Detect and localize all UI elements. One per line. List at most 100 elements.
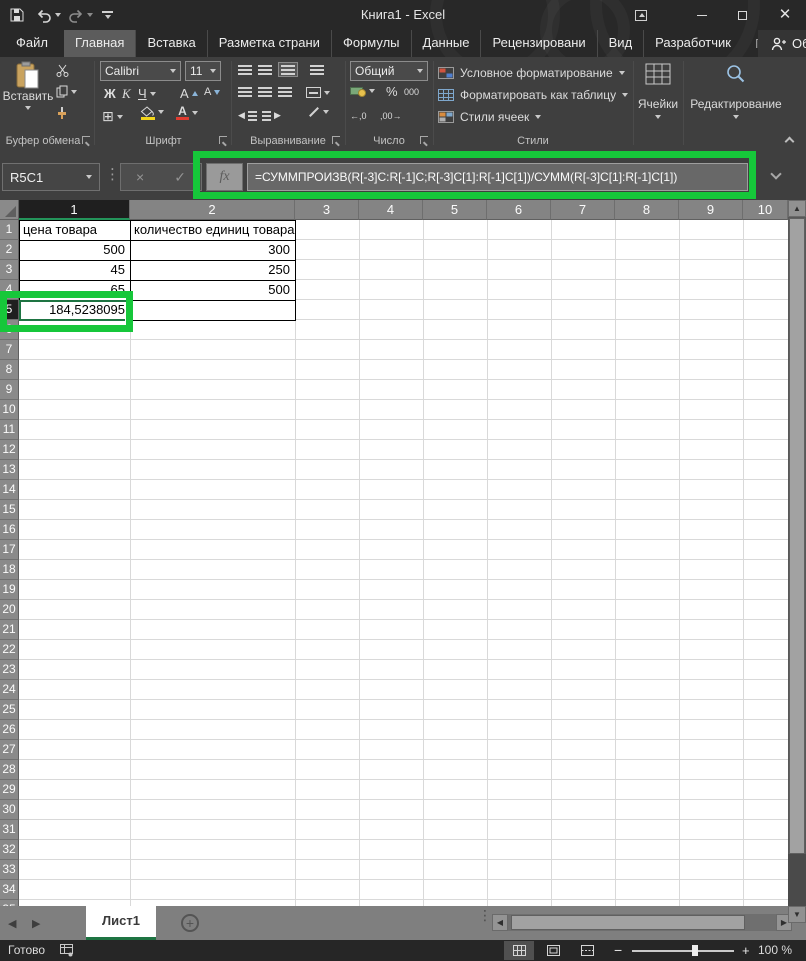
font-size-select[interactable]: 11 [185,61,221,81]
increase-indent-button[interactable]: ▶ [262,110,281,121]
percent-style-button[interactable]: % [386,84,398,99]
align-left-button[interactable] [238,87,252,97]
wrap-text-button[interactable] [310,65,324,75]
format-painter-button[interactable] [56,107,68,120]
maximize-icon[interactable] [722,0,762,30]
row-header-18[interactable]: 18 [0,560,19,580]
vertical-scrollbar-track[interactable] [788,854,806,906]
row-header-25[interactable]: 25 [0,700,19,720]
column-header-7[interactable]: 7 [551,200,615,220]
ribbon-tab-file[interactable]: Файл [0,30,64,57]
column-header-10[interactable]: 10 [743,200,788,220]
align-center-button[interactable] [258,87,272,97]
grow-font-button[interactable]: А [180,86,198,101]
macro-record-icon[interactable] [60,944,74,960]
row-header-11[interactable]: 11 [0,420,19,440]
row-header-20[interactable]: 20 [0,600,19,620]
ribbon-tab-3[interactable]: Разметка страни [207,30,331,57]
row-header-5[interactable]: 5 [0,300,19,320]
row-header-34[interactable]: 34 [0,880,19,900]
align-bottom-button[interactable] [278,62,298,77]
horizontal-scrollbar-thumb[interactable] [511,915,745,930]
page-layout-view-icon[interactable] [538,941,568,960]
underline-button[interactable]: Ч [138,86,156,101]
name-box[interactable]: R5C1 [2,163,100,191]
italic-button[interactable]: К [122,86,131,102]
ribbon-tab-7[interactable]: Вид [597,30,644,57]
column-header-8[interactable]: 8 [615,200,679,220]
align-top-button[interactable] [238,65,252,75]
page-break-view-icon[interactable] [572,941,602,960]
fill-color-dropdown-icon[interactable] [158,110,164,114]
cells-button[interactable]: Ячейки [634,63,682,119]
column-header-9[interactable]: 9 [679,200,743,220]
decrease-indent-button[interactable]: ◀ [238,110,257,121]
accounting-format-button[interactable] [350,85,375,97]
formula-bar-gripper-icon[interactable]: ⋮ [105,162,120,188]
scroll-up-icon[interactable]: ▲ [788,200,806,217]
row-header-23[interactable]: 23 [0,660,19,680]
customize-quick-access-icon[interactable] [102,0,113,30]
row-header-24[interactable]: 24 [0,680,19,700]
row-header-32[interactable]: 32 [0,840,19,860]
row-header-16[interactable]: 16 [0,520,19,540]
select-all-corner[interactable] [0,200,19,220]
minimize-icon[interactable] [682,0,722,30]
ribbon-tab-1[interactable]: Главная [64,30,135,57]
ribbon-tab-2[interactable]: Вставка [135,30,206,57]
scroll-left-icon[interactable]: ◀ [492,914,508,931]
shrink-font-button[interactable]: А [204,86,220,98]
row-header-17[interactable]: 17 [0,540,19,560]
column-header-2[interactable]: 2 [130,200,295,220]
cell-r3c1[interactable]: 45 [19,260,131,281]
font-dialog-launcher-icon[interactable] [219,136,227,144]
zoom-in-icon[interactable]: + [742,940,750,961]
cell-r4c1[interactable]: 65 [19,280,131,301]
vertical-scrollbar-thumb[interactable] [789,218,805,854]
editing-button[interactable]: Редактирование [684,63,788,119]
ribbon-display-options-icon[interactable] [626,0,656,30]
cell-r4c2[interactable]: 500 [130,280,296,301]
row-header-10[interactable]: 10 [0,400,19,420]
row-header-15[interactable]: 15 [0,500,19,520]
number-format-select[interactable]: Общий [350,61,428,81]
previous-sheet-icon[interactable]: ◀ [8,906,16,940]
zoom-slider-thumb[interactable] [692,945,698,956]
tab-help[interactable]: Помощь [742,30,758,57]
merge-center-button[interactable] [306,87,330,98]
row-header-30[interactable]: 30 [0,800,19,820]
undo-dropdown-icon[interactable] [55,0,61,30]
cell-r1c1[interactable]: цена товара [19,220,131,241]
cells-area[interactable] [19,220,788,906]
cell-r2c2[interactable]: 300 [130,240,296,261]
cell-r1c2[interactable]: количество единиц товара [130,220,296,241]
row-header-6[interactable]: 6 [0,320,19,340]
next-sheet-icon[interactable]: ▶ [32,906,40,940]
tabsbar-gripper-icon[interactable]: ⋮ [478,911,486,919]
align-right-button[interactable] [278,87,292,97]
number-dialog-launcher-icon[interactable] [420,136,428,144]
align-middle-button[interactable] [258,65,272,75]
ribbon-tab-6[interactable]: Рецензировани [480,30,596,57]
column-header-1[interactable]: 1 [19,200,130,220]
sheet-tab-active[interactable]: Лист1 [86,906,156,940]
vertical-scrollbar[interactable]: ▲ ▼ [788,200,806,923]
row-header-2[interactable]: 2 [0,240,19,260]
close-icon[interactable]: ✕ [764,0,806,30]
row-header-27[interactable]: 27 [0,740,19,760]
clipboard-dialog-launcher-icon[interactable] [82,136,90,144]
row-header-26[interactable]: 26 [0,720,19,740]
font-color-button[interactable]: А [176,106,198,120]
ribbon-tab-4[interactable]: Формулы [331,30,411,57]
row-header-31[interactable]: 31 [0,820,19,840]
save-icon[interactable] [10,0,24,30]
row-header-22[interactable]: 22 [0,640,19,660]
orientation-button[interactable] [308,110,329,114]
row-header-21[interactable]: 21 [0,620,19,640]
decrease-decimal-button[interactable]: ,00→ [380,111,402,121]
cell-r3c2[interactable]: 250 [130,260,296,281]
cancel-entry-icon[interactable]: × [136,169,144,185]
scroll-down-icon[interactable]: ▼ [788,906,806,923]
share-button[interactable]: Общий доступ [758,30,806,57]
row-header-4[interactable]: 4 [0,280,19,300]
